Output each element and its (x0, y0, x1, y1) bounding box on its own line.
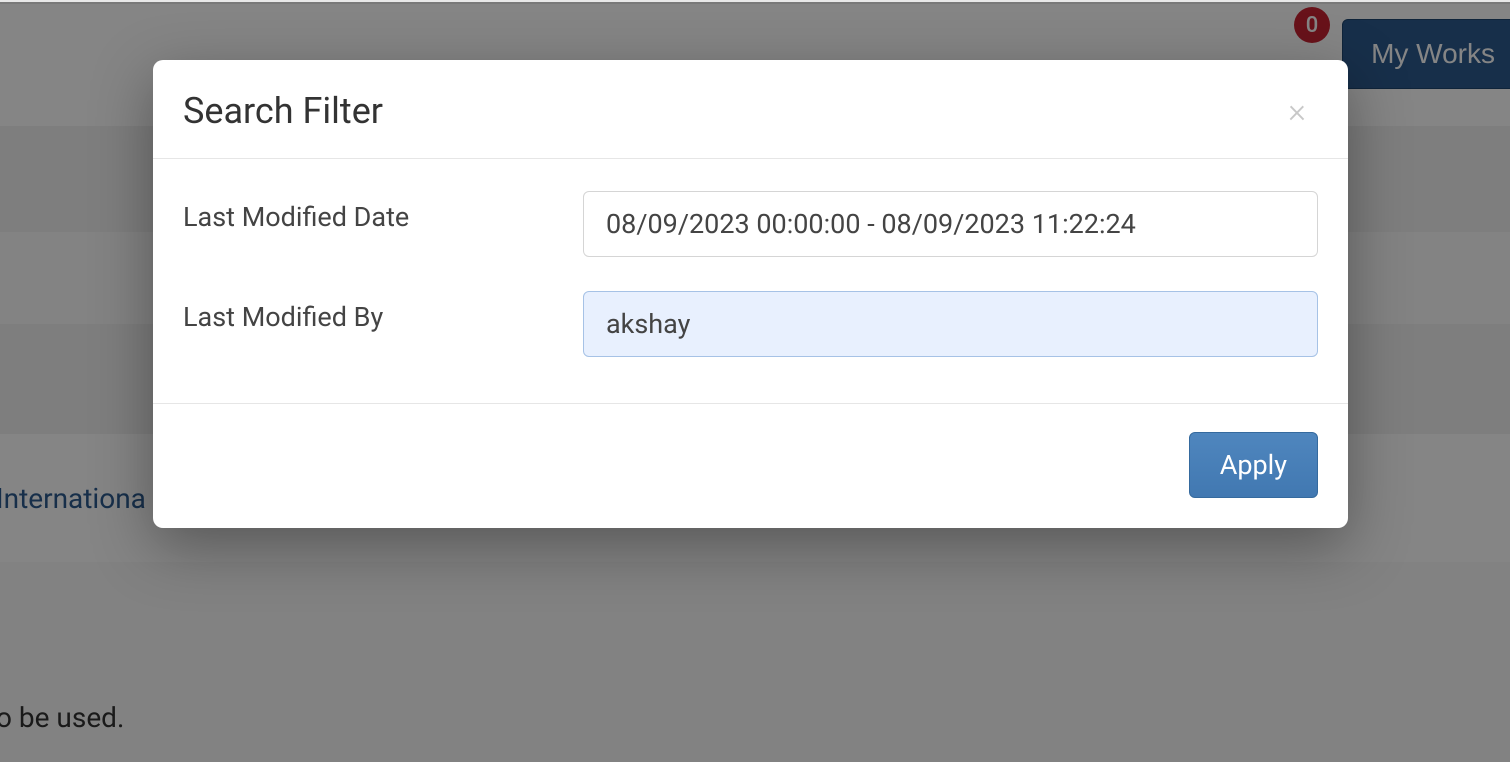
modal-footer: Apply (153, 403, 1348, 528)
form-row-last-modified-by: Last Modified By (183, 291, 1318, 357)
modal-header: Search Filter × (153, 60, 1348, 159)
last-modified-date-input[interactable] (583, 191, 1318, 257)
search-filter-modal: Search Filter × Last Modified Date Last … (153, 60, 1348, 528)
last-modified-by-label: Last Modified By (183, 291, 583, 333)
last-modified-by-input[interactable] (583, 291, 1318, 357)
close-icon[interactable]: × (1282, 90, 1312, 132)
modal-body: Last Modified Date Last Modified By (153, 159, 1348, 403)
form-row-last-modified-date: Last Modified Date (183, 191, 1318, 257)
last-modified-date-label: Last Modified Date (183, 191, 583, 233)
apply-button-label: Apply (1220, 449, 1287, 481)
apply-button[interactable]: Apply (1189, 432, 1318, 498)
modal-title: Search Filter (183, 90, 383, 132)
